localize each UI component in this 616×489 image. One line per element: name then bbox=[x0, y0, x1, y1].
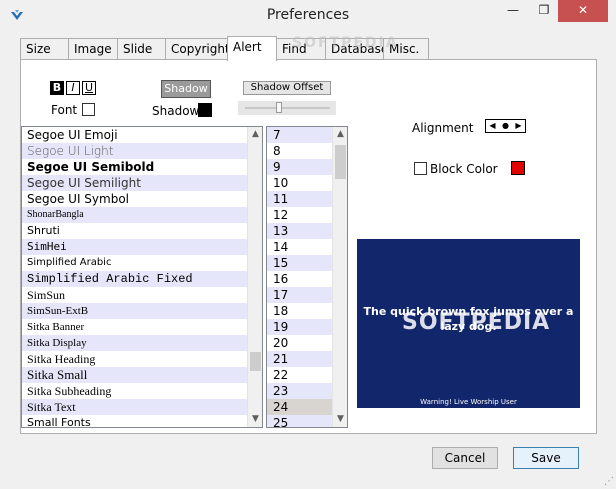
list-item[interactable]: Segoe UI Semilight bbox=[22, 175, 262, 191]
list-item[interactable]: Shruti bbox=[22, 223, 262, 239]
shadow-color-swatch[interactable] bbox=[198, 103, 212, 117]
scroll-down-icon[interactable]: ▼ bbox=[333, 412, 347, 427]
list-item[interactable]: Sitka Banner bbox=[22, 319, 262, 335]
align-right-icon[interactable]: ▶ bbox=[512, 120, 525, 132]
list-item[interactable]: Small Fonts bbox=[22, 415, 262, 427]
tab-slide[interactable]: Slide bbox=[117, 38, 166, 60]
scroll-down-icon[interactable]: ▼ bbox=[248, 412, 262, 427]
preview-footer: Warning! Live Worship User bbox=[420, 398, 517, 406]
scroll-thumb[interactable] bbox=[250, 352, 261, 371]
slider-track-line bbox=[245, 107, 330, 109]
scroll-up-icon[interactable]: ▲ bbox=[248, 127, 262, 142]
list-item[interactable]: SimSun-ExtB bbox=[22, 303, 262, 319]
maximize-button[interactable]: ❐ bbox=[530, 0, 558, 22]
tab-image[interactable]: Image bbox=[68, 38, 118, 60]
font-label: Font bbox=[51, 103, 78, 117]
list-item[interactable]: Sitka Subheading bbox=[22, 383, 262, 399]
underline-toggle[interactable]: U bbox=[82, 81, 96, 95]
list-item[interactable]: Segoe UI Symbol bbox=[22, 191, 262, 207]
watermark: SOFTPEDIA bbox=[402, 310, 551, 335]
list-item[interactable]: Segoe UI Emoji bbox=[22, 127, 262, 143]
list-item[interactable]: Segoe UI Light bbox=[22, 143, 262, 159]
list-item[interactable]: Simplified Arabic Fixed bbox=[22, 271, 262, 287]
list-item[interactable]: Sitka Text bbox=[22, 399, 262, 415]
alignment-label: Alignment bbox=[412, 121, 474, 135]
font-checkbox[interactable] bbox=[82, 103, 95, 116]
list-item[interactable]: Sitka Heading bbox=[22, 351, 262, 367]
size-list-scrollbar[interactable]: ▲ ▼ bbox=[332, 127, 347, 427]
align-center-icon[interactable]: ● bbox=[499, 120, 512, 132]
font-list[interactable]: Segoe UI Emoji Segoe UI Light Segoe UI S… bbox=[21, 126, 263, 428]
close-button[interactable]: ✕ bbox=[558, 0, 608, 22]
shadow-button[interactable]: Shadow bbox=[161, 80, 211, 98]
list-item[interactable]: SimSun bbox=[22, 287, 262, 303]
block-color-label: Block Color bbox=[430, 162, 498, 176]
title-bar: Preferences — ❐ ✕ bbox=[0, 0, 616, 32]
list-item[interactable]: Sitka Display bbox=[22, 335, 262, 351]
list-item[interactable]: ShonarBangla bbox=[22, 207, 262, 223]
list-item[interactable]: Segoe UI Semibold bbox=[22, 159, 262, 175]
tab-size[interactable]: Size bbox=[20, 38, 69, 60]
slider-thumb[interactable] bbox=[275, 102, 282, 113]
list-item[interactable]: Simplified Arabic bbox=[22, 255, 262, 271]
tab-alert[interactable]: Alert bbox=[227, 36, 277, 61]
list-item[interactable]: SimHei bbox=[22, 239, 262, 255]
list-item[interactable]: Sitka Small bbox=[22, 367, 262, 383]
shadow-offset-button[interactable]: Shadow Offset bbox=[243, 81, 331, 95]
shadow-label: Shadow bbox=[152, 104, 200, 118]
minimize-button[interactable]: — bbox=[498, 0, 528, 22]
scroll-thumb[interactable] bbox=[335, 145, 346, 179]
block-color-swatch[interactable] bbox=[511, 161, 525, 175]
font-list-scrollbar[interactable]: ▲ ▼ bbox=[247, 127, 262, 427]
bold-toggle[interactable]: B bbox=[50, 81, 64, 95]
resize-grip-icon[interactable]: ⋰ bbox=[604, 476, 614, 487]
align-left-icon[interactable]: ◀ bbox=[486, 120, 499, 132]
italic-toggle[interactable]: I bbox=[66, 81, 80, 95]
text-style-toggles: B I U bbox=[50, 81, 96, 95]
scroll-up-icon[interactable]: ▲ bbox=[333, 127, 347, 142]
watermark-top: SOFTPEDIA bbox=[292, 35, 399, 51]
block-color-checkbox[interactable] bbox=[414, 162, 427, 175]
cancel-button[interactable]: Cancel bbox=[432, 447, 498, 469]
save-button[interactable]: Save bbox=[513, 447, 579, 469]
tab-copyright[interactable]: Copyright bbox=[165, 38, 230, 60]
size-list[interactable]: 7 8 9 10 11 12 13 14 15 16 17 18 19 20 2… bbox=[266, 126, 348, 428]
alignment-buttons: ◀ ● ▶ bbox=[485, 119, 526, 133]
